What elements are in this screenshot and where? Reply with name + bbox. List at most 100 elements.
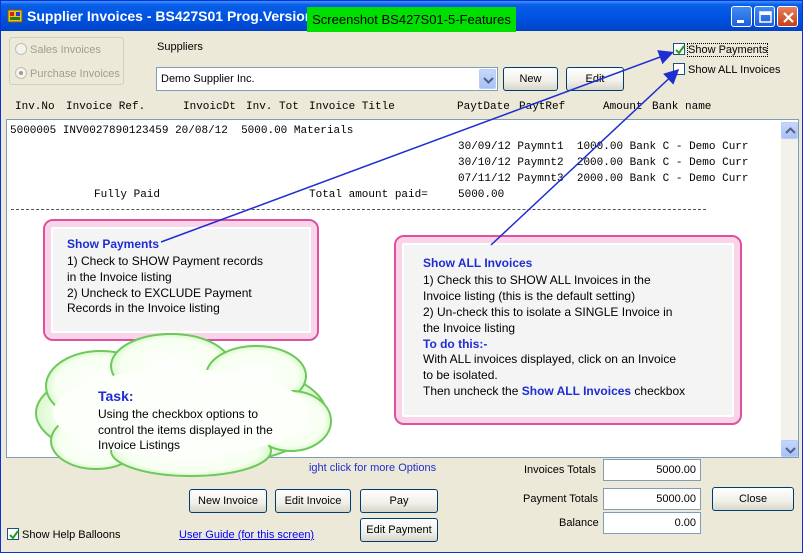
cell-payt-ref: Paymnt3 <box>517 173 564 185</box>
minimize-icon <box>737 20 744 23</box>
suppliers-label: Suppliers <box>157 41 203 53</box>
cell-invoice-title: Materials <box>293 125 354 137</box>
cell-invoice-total: 5000.00 <box>241 125 288 137</box>
task-line: Using the checkbox options to <box>98 407 259 421</box>
show-help-balloons-label: Show Help Balloons <box>22 529 121 541</box>
cell-bank: Bank C - Demo Curr <box>629 173 749 185</box>
col-inv-total: Inv. Tot <box>246 101 299 113</box>
scroll-down-button[interactable] <box>781 440 798 457</box>
show-payments-label: Show Payments <box>686 43 769 57</box>
task-line: control the items displayed in the <box>98 423 273 437</box>
pay-button[interactable]: Pay <box>360 489 438 513</box>
balloon-line: Records in the Invoice listing <box>67 301 220 315</box>
right-click-hint: Right click for more Options <box>301 462 437 474</box>
checkmark-icon <box>675 45 685 55</box>
chevron-up-icon <box>785 127 796 134</box>
balloon-text: Then uncheck the <box>423 384 522 398</box>
screenshot-banner: Screenshot BS427S01-5-Features <box>307 7 516 32</box>
show-help-balloons-checkbox[interactable]: Show Help Balloons <box>7 528 120 541</box>
balloon-line: 2) Un-check this to isolate a SINGLE Inv… <box>423 305 673 319</box>
balloon-subtitle: To do this:- <box>423 337 488 351</box>
cell-payt-date: 30/10/12 <box>458 157 511 169</box>
supplier-dropdown-button[interactable] <box>479 69 496 89</box>
app-icon <box>7 9 23 23</box>
cell-payt-date: 07/11/12 <box>458 173 511 185</box>
cell-invoice-ref: INV0027890123459 <box>62 125 169 137</box>
cell-amount: 2000.00 <box>576 157 624 169</box>
scroll-up-button[interactable] <box>781 122 798 139</box>
balloon-title: Show ALL Invoices <box>423 256 533 270</box>
maximize-button[interactable] <box>754 6 775 27</box>
cell-amount: 1000.00 <box>576 141 624 153</box>
close-window-button[interactable] <box>777 6 798 27</box>
help-balloon-show-all-invoices: Show ALL Invoices 1) Check this to SHOW … <box>394 235 742 425</box>
checkbox-box <box>673 63 685 75</box>
invoice-row[interactable]: 5000005 INV0027890123459 20/08/12 5000.0… <box>10 125 353 137</box>
maximize-icon <box>759 11 772 23</box>
balance-label: Balance <box>559 517 599 529</box>
help-balloon-show-payments: Show Payments 1) Check to SHOW Payment r… <box>43 219 319 341</box>
invoices-totals-field: 5000.00 <box>603 459 701 481</box>
balloon-title: Show Payments <box>67 237 160 251</box>
status-fully-paid: Fully Paid <box>94 189 161 201</box>
col-inv-no: Inv.No <box>15 101 55 113</box>
balloon-line: 1) Check this to SHOW ALL Invoices in th… <box>423 273 651 287</box>
balloon-line: in the Invoice listing <box>67 270 172 284</box>
cell-amount: 2000.00 <box>576 173 624 185</box>
radio-dot-selected <box>15 67 27 79</box>
chevron-down-icon <box>785 447 796 454</box>
minimize-button[interactable] <box>731 6 752 27</box>
supplier-selected-value: Demo Supplier Inc. <box>161 73 255 85</box>
new-supplier-button[interactable]: New <box>503 67 558 91</box>
radio-label: Sales Invoices <box>30 44 101 56</box>
balance-field: 0.00 <box>603 512 701 534</box>
balloon-line: 2) Uncheck to EXCLUDE Payment <box>67 286 252 300</box>
chevron-down-icon <box>483 77 494 84</box>
edit-supplier-button[interactable]: Edit <box>566 67 624 91</box>
col-invoice-date: InvoicDt <box>183 101 236 113</box>
col-payt-ref: PaytRef <box>519 101 566 113</box>
task-line: Invoice Listings <box>98 438 181 452</box>
new-invoice-button[interactable]: New Invoice <box>189 489 267 513</box>
payment-row[interactable]: 07/11/12 Paymnt3 2000.00 Bank C - Demo C… <box>458 173 749 185</box>
payment-totals-label: Payment Totals <box>523 493 599 505</box>
row-separator <box>11 209 706 210</box>
radio-label: Purchase Invoices <box>30 68 120 80</box>
balloon-line: to be isolated. <box>423 368 498 382</box>
col-amount: Amount <box>603 101 643 113</box>
cell-inv-no: 5000005 <box>10 125 57 137</box>
edit-payment-button[interactable]: Edit Payment <box>360 518 438 542</box>
cell-invoice-date: 20/08/12 <box>175 125 228 137</box>
checkmark-icon <box>9 530 19 540</box>
col-invoice-ref: Invoice Ref. <box>66 101 146 113</box>
col-invoice-title: Invoice Title <box>309 101 395 113</box>
cell-payt-ref: Paymnt1 <box>517 141 564 153</box>
radio-sales-invoices[interactable]: Sales Invoices <box>15 43 125 56</box>
payment-row[interactable]: 30/10/12 Paymnt2 2000.00 Bank C - Demo C… <box>458 157 749 169</box>
balloon-emphasis: Show ALL Invoices <box>521 384 632 398</box>
radio-purchase-invoices[interactable]: Purchase Invoices <box>15 67 125 80</box>
balloon-text: checkbox <box>631 384 686 398</box>
checkbox-box <box>7 528 19 540</box>
task-title: Task: <box>98 388 134 404</box>
total-paid-label: Total amount paid= <box>309 189 428 201</box>
edit-invoice-button[interactable]: Edit Invoice <box>275 489 351 513</box>
balloon-line: With ALL invoices displayed, click on an… <box>423 352 677 366</box>
cell-bank: Bank C - Demo Curr <box>629 141 749 153</box>
radio-dot <box>15 43 27 55</box>
cell-payt-ref: Paymnt2 <box>517 157 564 169</box>
col-payt-date: PaytDate <box>457 101 510 113</box>
user-guide-link[interactable]: User Guide (for this screen) <box>179 529 314 541</box>
close-button[interactable]: Close <box>712 487 794 511</box>
payment-row[interactable]: 30/09/12 Paymnt1 1000.00 Bank C - Demo C… <box>458 141 749 153</box>
balloon-line: 1) Check to SHOW Payment records <box>67 254 264 268</box>
show-all-invoices-checkbox[interactable]: Show ALL Invoices <box>673 63 781 76</box>
close-icon <box>783 12 794 23</box>
supplier-select[interactable]: Demo Supplier Inc. <box>156 67 498 91</box>
balloon-line: Invoice listing (this is the default set… <box>423 289 636 303</box>
invoices-totals-label: Invoices Totals <box>524 464 596 476</box>
vertical-scrollbar[interactable] <box>781 122 798 457</box>
show-payments-checkbox[interactable]: Show Payments <box>673 43 769 57</box>
payment-totals-field: 5000.00 <box>603 488 701 510</box>
cell-bank: Bank C - Demo Curr <box>629 157 749 169</box>
